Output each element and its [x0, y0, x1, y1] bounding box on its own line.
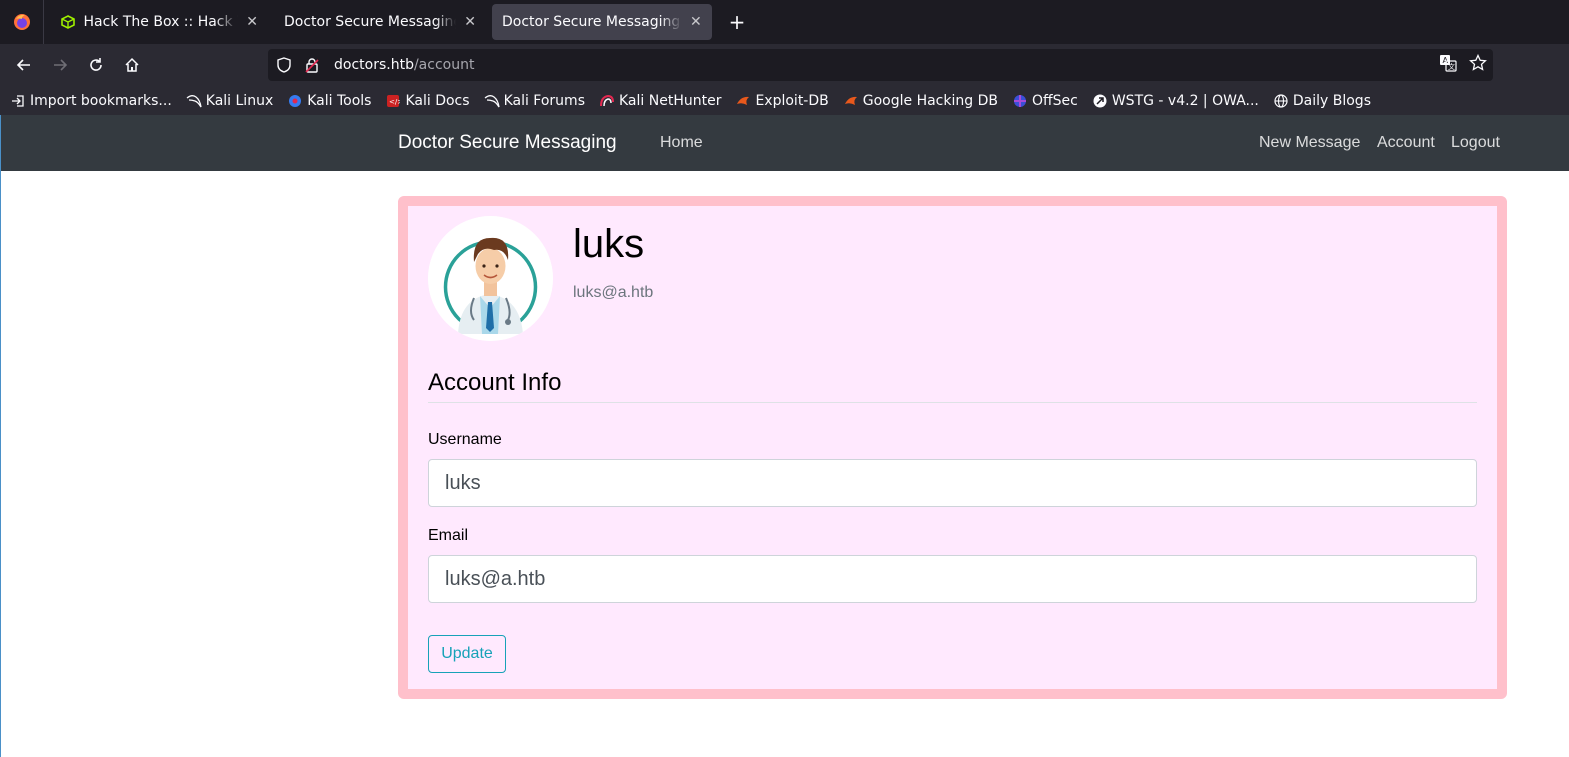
username-input[interactable] [428, 459, 1477, 507]
bookmarks-toolbar: Import bookmarks... Kali Linux Kali Tool… [0, 86, 1569, 115]
username-label: Username [428, 431, 502, 448]
browser-tab-bar: Hack The Box :: Hack The ✕ Doctor Secure… [0, 0, 1569, 44]
back-icon[interactable] [6, 50, 42, 80]
kali-tools-icon [287, 93, 303, 109]
bookmark-kali-linux[interactable]: Kali Linux [186, 93, 273, 109]
bookmark-kali-docs[interactable]: </> Kali Docs [385, 92, 470, 109]
tracking-shield-icon[interactable] [276, 57, 292, 73]
tab-title: Doctor Secure Messaging - A [502, 14, 682, 30]
new-tab-button[interactable]: + [724, 10, 750, 34]
viewport-edge [0, 115, 1, 757]
home-icon[interactable] [114, 50, 150, 80]
address-bar[interactable]: doctors.htb/account A文 [268, 49, 1493, 81]
forward-icon[interactable] [42, 50, 78, 80]
translate-icon[interactable]: A文 [1439, 54, 1457, 76]
bookmark-label: OffSec [1031, 92, 1078, 109]
bookmark-label: Kali Forums [503, 92, 585, 109]
bookmark-label: Daily Blogs [1292, 92, 1371, 109]
bookmark-label: Google Hacking DB [862, 92, 998, 109]
bookmark-kali-nethunter[interactable]: Kali NetHunter [599, 93, 721, 109]
bookmark-label: Exploit-DB [755, 92, 829, 109]
ghdb-icon [843, 93, 859, 109]
tab-title: Hack The Box :: Hack The [83, 14, 238, 30]
profile-username: luks [573, 222, 645, 266]
email-input[interactable] [428, 555, 1477, 603]
bookmark-label: WSTG - v4.2 | OWA... [1111, 92, 1259, 109]
bookmark-import[interactable]: Import bookmarks... [10, 93, 172, 109]
svg-text:文: 文 [1448, 62, 1455, 71]
email-label: Email [428, 527, 469, 544]
svg-text:</>: </> [389, 98, 400, 106]
bookmark-label: Kali Docs [405, 92, 470, 109]
site-navbar: Doctor Secure Messaging Home New Message… [0, 115, 1569, 171]
bookmark-kali-forums[interactable]: Kali Forums [484, 93, 585, 109]
firefox-menu-icon[interactable] [0, 0, 44, 44]
bookmark-label: Import bookmarks... [30, 92, 172, 109]
nethunter-icon [599, 93, 615, 109]
tab-title: Doctor Secure Messaging - A [284, 14, 457, 30]
bookmark-label: Kali Linux [205, 92, 274, 109]
reload-icon[interactable] [78, 50, 114, 80]
legend-divider [428, 402, 1477, 403]
account-info-legend: Account Info [428, 369, 562, 396]
doctor-avatar [428, 216, 553, 341]
offsec-icon [1012, 93, 1028, 109]
bookmark-label: Kali NetHunter [619, 92, 722, 109]
bookmark-label: Kali Tools [307, 92, 372, 109]
exploit-db-icon [735, 93, 751, 109]
import-icon [10, 93, 26, 109]
tab-hack-the-box[interactable]: Hack The Box :: Hack The ✕ [50, 4, 268, 40]
site-brand[interactable]: Doctor Secure Messaging [398, 132, 617, 154]
globe-icon [1273, 93, 1289, 109]
close-tab-icon[interactable]: ✕ [690, 14, 702, 30]
bookmark-ghdb[interactable]: Google Hacking DB [843, 93, 998, 109]
update-button[interactable]: Update [428, 635, 506, 673]
tab-doctor-messaging-active[interactable]: Doctor Secure Messaging - A ✕ [492, 4, 712, 40]
kali-dragon-icon [484, 93, 500, 109]
bookmark-kali-tools[interactable]: Kali Tools [287, 93, 371, 109]
nav-new-message-link[interactable]: New Message [1259, 134, 1360, 152]
profile-email: luks@a.htb [573, 284, 654, 301]
browser-toolbar: doctors.htb/account A文 [0, 44, 1569, 86]
bookmark-wstg[interactable]: WSTG - v4.2 | OWA... [1092, 93, 1259, 109]
url-path: /account [413, 57, 475, 73]
account-card: luks luks@a.htb Account Info Username Em… [398, 196, 1507, 699]
url-text: doctors.htb/account [334, 57, 474, 73]
close-tab-icon[interactable]: ✕ [464, 14, 476, 30]
bookmark-star-icon[interactable] [1469, 53, 1487, 76]
tab-doctor-messaging[interactable]: Doctor Secure Messaging - A ✕ [274, 4, 486, 40]
kali-dragon-icon [186, 93, 202, 109]
url-host: doctors.htb [334, 57, 414, 73]
htb-cube-icon [60, 14, 75, 30]
bookmark-offsec[interactable]: OffSec [1012, 93, 1078, 109]
insecure-lock-icon[interactable] [304, 57, 320, 73]
close-tab-icon[interactable]: ✕ [246, 14, 258, 30]
owasp-icon [1092, 93, 1108, 109]
nav-logout-link[interactable]: Logout [1451, 134, 1500, 152]
bookmark-daily-blogs[interactable]: Daily Blogs [1273, 93, 1371, 109]
kali-docs-icon: </> [385, 93, 401, 109]
bookmark-exploit-db[interactable]: Exploit-DB [735, 92, 829, 109]
nav-home-link[interactable]: Home [660, 134, 703, 152]
nav-account-link[interactable]: Account [1377, 134, 1435, 152]
